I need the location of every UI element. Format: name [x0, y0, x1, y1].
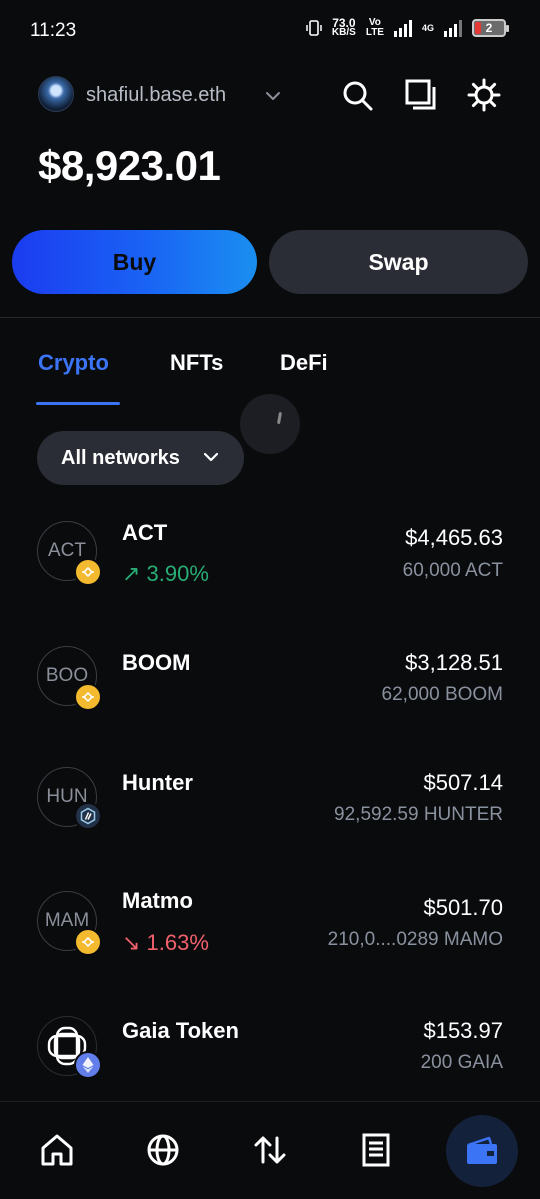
activity-icon[interactable] [356, 1130, 396, 1170]
asset-value: $507.14 [423, 770, 503, 795]
loading-indicator [240, 394, 300, 454]
asset-amount: 210,0....0289 MAMO [327, 929, 503, 950]
tab-active-indicator [36, 402, 120, 405]
asset-row-matmo[interactable]: MAM Matmo ↘ 1.63% $501.70 210,0....0289 … [0, 875, 540, 975]
globe-icon[interactable] [143, 1130, 183, 1170]
chevron-down-icon[interactable] [262, 85, 284, 107]
divider [0, 317, 540, 318]
asset-value: $3,128.51 [405, 650, 503, 675]
asset-amount: 200 GAIA [420, 1052, 503, 1073]
wallet-tab[interactable] [446, 1115, 518, 1187]
home-icon[interactable] [37, 1130, 77, 1170]
status-time: 11:23 [30, 20, 77, 41]
price-change: ↗ 3.90% [122, 561, 209, 586]
asset-amount: 62,000 BOOM [381, 684, 503, 705]
asset-name: Hunter [122, 770, 193, 795]
ethereum-icon [74, 1051, 102, 1079]
asset-row-boom[interactable]: BOO BOOM $3,128.51 62,000 BOOM [0, 630, 540, 730]
tab-nfts[interactable]: NFTs [170, 350, 223, 376]
bnb-icon [74, 558, 102, 586]
chevron-down-icon [203, 452, 219, 462]
tab-crypto[interactable]: Crypto [38, 350, 109, 376]
network-filter-label: All networks [61, 446, 180, 469]
asset-name: BOOM [122, 650, 191, 675]
bnb-icon [74, 928, 102, 956]
transfer-icon[interactable] [250, 1130, 290, 1170]
volte-indicator: Vo LTE [365, 17, 384, 38]
asset-value: $153.97 [423, 1018, 503, 1043]
signal-icon-2 [444, 19, 462, 37]
network-filter[interactable]: All networks [37, 431, 244, 485]
status-icons: 73.0 KB/S Vo LTE 4G 2 [306, 16, 509, 38]
asset-name: Matmo [122, 888, 193, 913]
avatar[interactable] [38, 76, 74, 112]
arbitrum-icon [74, 802, 102, 830]
header: shafiul.base.eth [0, 72, 540, 124]
wallet-icon [467, 1136, 497, 1164]
status-bar: 11:23 73.0 KB/S Vo LTE 4G 2 [0, 0, 540, 62]
vibrate-icon [306, 20, 322, 36]
asset-value: $501.70 [423, 895, 503, 920]
search-icon[interactable] [340, 78, 374, 112]
asset-amount: 60,000 ACT [402, 560, 503, 581]
asset-amount: 92,592.59 HUNTER [334, 804, 503, 825]
price-change: ↘ 1.63% [122, 930, 209, 955]
asset-row-act[interactable]: ACT ACT ↗ 3.90% $4,465.63 60,000 ACT [0, 505, 540, 605]
asset-name: ACT [122, 520, 168, 545]
asset-row-hunter[interactable]: HUN Hunter $507.14 92,592.59 HUNTER [0, 751, 540, 851]
total-balance: $8,923.01 [38, 142, 221, 189]
bnb-icon [74, 683, 102, 711]
tab-defi[interactable]: DeFi [280, 350, 328, 376]
asset-value: $4,465.63 [405, 525, 503, 550]
asset-row-gaia[interactable]: Gaia Token $153.97 200 GAIA [0, 1000, 540, 1100]
account-name[interactable]: shafiul.base.eth [86, 84, 226, 107]
signal-icon [393, 19, 412, 37]
gear-icon[interactable] [467, 78, 501, 112]
network-type: 4G [421, 23, 434, 33]
buy-button[interactable]: Buy [12, 230, 257, 294]
net-speed: 73.0 KB/S [331, 16, 356, 38]
copy-icon[interactable] [404, 78, 438, 112]
battery-icon: 2 [472, 19, 509, 37]
bottom-nav [0, 1101, 540, 1199]
asset-name: Gaia Token [122, 1018, 239, 1043]
swap-button[interactable]: Swap [269, 230, 528, 294]
